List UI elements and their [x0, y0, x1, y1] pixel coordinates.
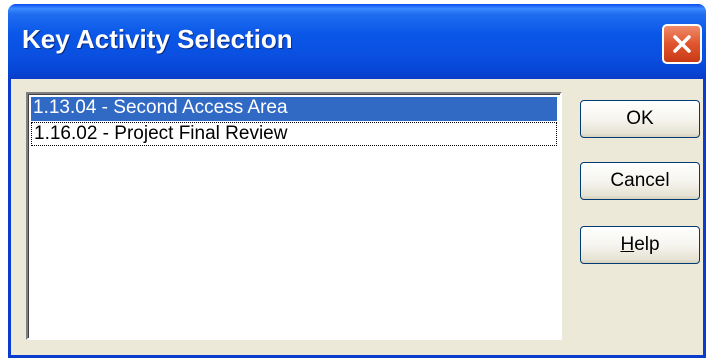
- title-bar[interactable]: Key Activity Selection: [8, 4, 706, 79]
- help-label-rest: elp: [634, 234, 660, 255]
- dialog-window: Key Activity Selection 1.13.04 - Second …: [8, 4, 706, 358]
- list-item-second-access-area[interactable]: 1.13.04 - Second Access Area: [31, 97, 557, 121]
- key-activity-listbox[interactable]: 1.13.04 - Second Access Area 1.16.02 - P…: [26, 92, 562, 340]
- help-mnemonic: H: [620, 234, 635, 255]
- close-button[interactable]: [662, 24, 702, 64]
- list-item-project-final-review[interactable]: 1.16.02 - Project Final Review: [31, 122, 557, 146]
- help-button[interactable]: Help: [580, 226, 700, 264]
- ok-button[interactable]: OK: [580, 100, 700, 138]
- dialog-title: Key Activity Selection: [22, 24, 293, 54]
- close-x-icon: [673, 35, 691, 53]
- cancel-button[interactable]: Cancel: [580, 162, 700, 200]
